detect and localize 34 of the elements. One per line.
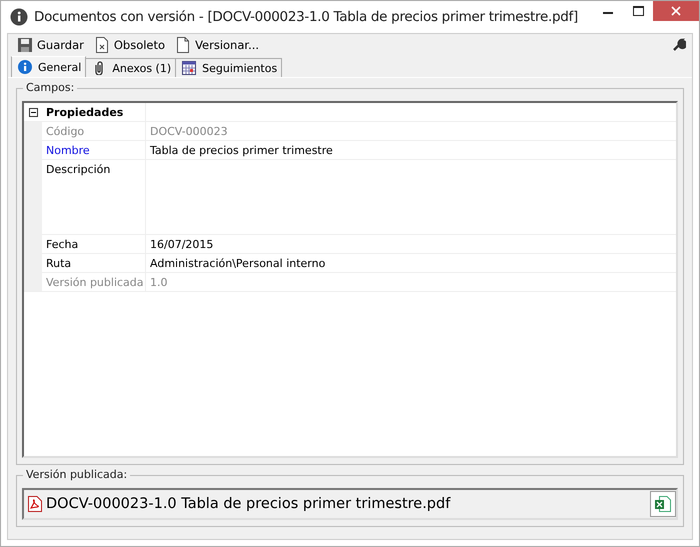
pdf-icon xyxy=(28,496,42,512)
tab[interactable]: Anexos (1) xyxy=(85,58,176,77)
info-icon xyxy=(18,60,32,74)
category-label: Propiedades xyxy=(42,103,146,121)
property-label: Nombre xyxy=(42,141,146,159)
toolbar-button[interactable]: Obsoleto xyxy=(90,37,168,53)
document-icon xyxy=(175,37,192,53)
property-label: Fecha xyxy=(42,235,146,253)
property-value: Tabla de precios primer trimestre xyxy=(149,142,334,158)
tab[interactable]: General xyxy=(11,56,86,77)
close-icon xyxy=(671,6,681,16)
group-title: Campos: xyxy=(23,81,78,94)
property-label: Descripción xyxy=(42,160,146,234)
close-button[interactable] xyxy=(653,1,699,21)
group-title: Versión publicada: xyxy=(23,468,130,481)
property-label: Código xyxy=(42,122,146,140)
property-label: Ruta xyxy=(42,254,146,272)
document-icon xyxy=(94,37,110,53)
property-value: Administración\Personal interno xyxy=(149,256,326,272)
info-icon xyxy=(10,8,28,26)
property-value: 16/07/2015 xyxy=(149,236,214,252)
toolbar-button[interactable]: Versionar... xyxy=(172,37,262,53)
property-value: 1.0 xyxy=(149,274,168,290)
toolbar-button[interactable]: Guardar xyxy=(14,37,87,53)
open-button[interactable] xyxy=(650,491,676,517)
calendar-icon xyxy=(182,61,196,75)
property-label: Versión publicada xyxy=(42,273,146,291)
save-icon xyxy=(17,37,33,53)
file-field[interactable]: DOCV-000023-1.0 Tabla de precios primer trimestre.pdf xyxy=(22,488,678,520)
tab[interactable]: Seguimientos xyxy=(175,58,282,77)
collapse-toggle[interactable] xyxy=(28,108,38,116)
window-title: Documentos con versión - [DOCV-000023-1.0 Tabla de precios primer trimestre.pdf] xyxy=(34,9,578,25)
property-value: DOCV-000023 xyxy=(149,124,229,140)
maximize-icon xyxy=(632,6,644,16)
